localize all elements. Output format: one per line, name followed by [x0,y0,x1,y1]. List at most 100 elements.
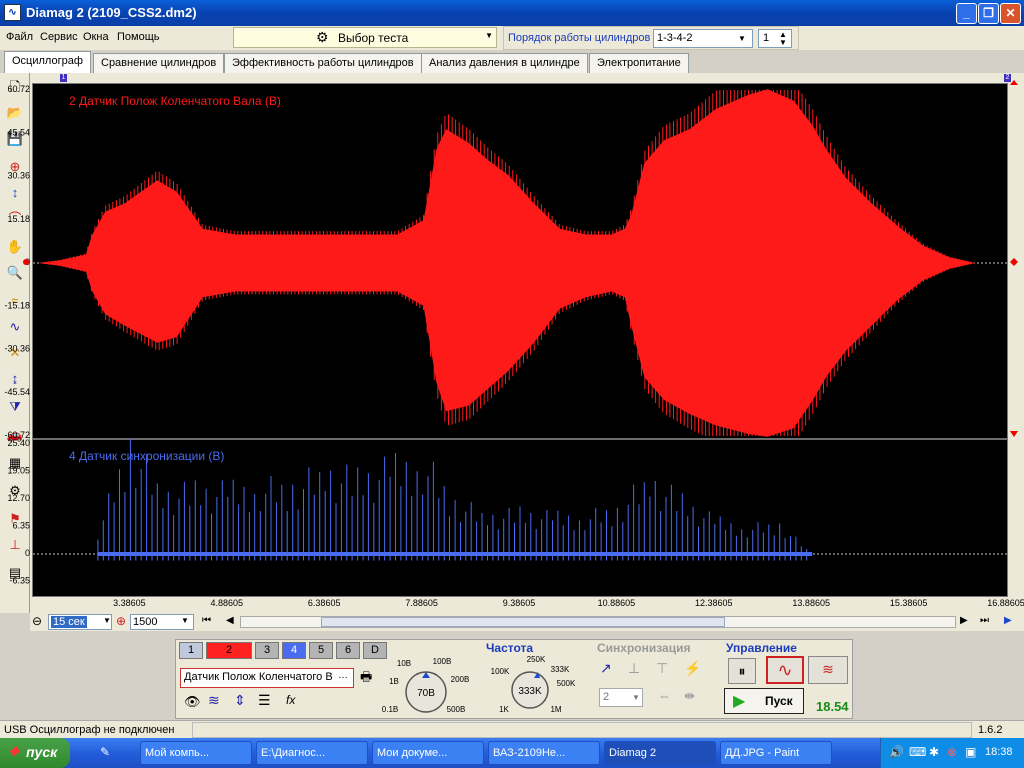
frequency-label-1k: 1K [499,705,509,714]
pause-button[interactable]: ⏸ [728,658,756,684]
cylinder-number-value: 1 [763,32,770,44]
volume-icon[interactable]: 🔊 [889,745,904,759]
single-wave-button[interactable]: ∿ [766,656,804,684]
ch2-ytick-label: 60.72 [7,84,30,94]
menu-windows[interactable]: Окна [83,31,109,43]
channel-button-4[interactable]: 4 [282,642,306,659]
xtick-label: 12.38605 [695,598,733,608]
sync-auto-icon[interactable]: ⚡ [684,660,701,677]
time-scrollbar[interactable] [240,616,956,628]
next-icon[interactable]: ▶ [960,615,968,626]
xtick-label: 3.38605 [113,598,146,608]
task-browser[interactable]: ВАЗ-2109Не... [488,741,600,765]
amplitude-label-200v: 200В [451,675,470,684]
first-page-icon[interactable]: ⏮ [202,615,211,626]
sync-level-icon[interactable]: ⇔ [658,688,671,703]
menu-service[interactable]: Сервис [40,31,78,43]
channel-name-field[interactable]: Датчик Полож Коленчатого В [180,668,354,688]
frequency-knob[interactable]: 333K 250K 100K 333K 500K 1K 1M [476,654,576,718]
tab-power-supply[interactable]: Электропитание [589,53,689,73]
window-title: Diamag 2 (2109_CSS2.dm2) [26,5,197,20]
stepper-down-icon[interactable]: ▼ [779,38,787,47]
sample-rate-value: 1500 [133,616,158,628]
ch2-ytick-label: 45.54 [7,127,30,137]
status-bar: USB Осциллограф не подключен 1.6.2 [0,720,1024,738]
waveform-icon[interactable]: ≋ [208,692,220,709]
tab-bar: Осциллограф Сравнение цилиндров Эффектив… [0,51,1024,73]
frequency-label-333k: 333K [551,665,570,674]
amplitude-knob[interactable]: 70В 10В 100В 1В 200В 0.1В 500В [372,656,472,720]
ch2-bottom-arrow [1010,431,1018,437]
task-my-computer[interactable]: Мой компь... [140,741,252,765]
start-button-taskbar[interactable]: ❖ пуск [0,738,70,768]
sync-offset-icon[interactable]: ⇼ [684,688,695,704]
channel-button-2[interactable]: 2 [206,642,252,659]
cylinder-number-stepper[interactable]: 1 ▲ ▼ [758,29,792,48]
channel-button-1[interactable]: 1 [179,642,203,659]
time-zoom-value: 15 сек [51,616,87,628]
sync-title: Синхронизация [597,641,691,655]
taskbar: ❖ пуск ✎ Мой компь... E:\Диагнос... Мои … [0,738,1024,768]
tab-cylinder-comparison[interactable]: Сравнение цилиндров [93,53,225,73]
ch4-ytick-label: 19.05 [7,466,30,476]
frequency-label-500k: 500K [557,679,576,688]
time-zoom-select[interactable]: 15 сек ▼ [48,614,112,630]
ch2-ytick-label: -45.54 [4,387,30,397]
sample-rate-select[interactable]: 1500 ▼ [130,614,194,630]
prev-icon[interactable]: ◀ [226,615,234,626]
alert-icon[interactable]: ⊗ [947,745,957,759]
control-title: Управление [726,641,797,655]
tab-cylinder-efficiency[interactable]: Эффективность работы цилиндров [224,53,422,73]
channel-button-5[interactable]: 5 [309,642,333,659]
chevron-down-icon: ▼ [181,616,189,625]
lines-icon[interactable]: ☰ [258,692,271,709]
app-icon: ∿ [4,4,21,21]
start-button-label: Пуск [765,694,793,708]
xtick-label: 7.88605 [405,598,438,608]
multi-wave-button[interactable]: ≋ [808,656,848,684]
scroll-thumb[interactable] [321,617,725,627]
vertical-arrows-icon[interactable]: ⇕ [234,692,246,709]
channel-button-3[interactable]: 3 [255,642,279,659]
cylinder-order-label: Порядок работы цилиндров [508,32,651,44]
function-icon[interactable]: fx [286,693,295,707]
play-icon[interactable]: ▶ [1004,615,1012,626]
frequency-label-1m: 1M [550,705,561,714]
menu-help[interactable]: Помощь [117,31,160,43]
bluetooth-icon[interactable]: ✱ [929,745,939,759]
task-diamag[interactable]: Diamag 2 [604,741,716,765]
sync-up-icon[interactable]: ⊥ [628,660,640,677]
amplitude-label-10v: 10В [397,659,411,668]
status-version: 1.6.2 [978,724,1003,736]
tab-oscilloscope[interactable]: Осциллограф [4,51,91,73]
sync-channel-value: 2 [603,691,610,703]
sync-down-icon[interactable]: ⊤ [656,660,668,677]
zoom-in-icon[interactable]: ⊕ [116,614,126,628]
amplitude-label-1v: 1В [389,677,399,686]
maximize-button[interactable]: ❐ [978,3,999,24]
print-icon[interactable]: 🖶 [360,668,372,690]
start-button[interactable]: ▶ Пуск [724,688,804,714]
task-my-documents[interactable]: Мои докуме... [372,741,484,765]
minimize-button[interactable]: _ [956,3,977,24]
eye-icon[interactable]: 👁 [184,694,201,710]
quicklaunch-icon[interactable]: ✎ [100,745,110,759]
last-page-icon[interactable]: ⏭ [980,615,989,626]
task-paint[interactable]: ДД.JPG - Paint [720,741,832,765]
sync-rising-icon[interactable]: ↗ [600,660,612,677]
zoom-out-icon[interactable]: ⊖ [32,614,42,628]
tab-pressure-analysis[interactable]: Анализ давления в цилиндре [421,53,588,73]
menu-file[interactable]: Файл [6,31,33,43]
test-selector[interactable]: ⚙ Выбор теста ▼ [233,27,497,48]
close-button[interactable]: ✕ [1000,3,1021,24]
more-button[interactable]: … [338,670,348,681]
network-icon[interactable]: ⌨ [909,745,926,759]
channel-button-6[interactable]: 6 [336,642,360,659]
amplitude-label-100v: 100В [433,657,452,666]
sync-channel-select[interactable]: 2 ▼ [599,688,643,707]
task-explorer[interactable]: E:\Диагнос... [256,741,368,765]
display-icon[interactable]: ▣ [965,745,976,759]
cylinder-order-select[interactable]: 1-3-4-2 ▼ [653,29,753,48]
gear-icon: ⚙ [316,29,329,45]
amplitude-label-01v: 0.1В [382,705,398,714]
